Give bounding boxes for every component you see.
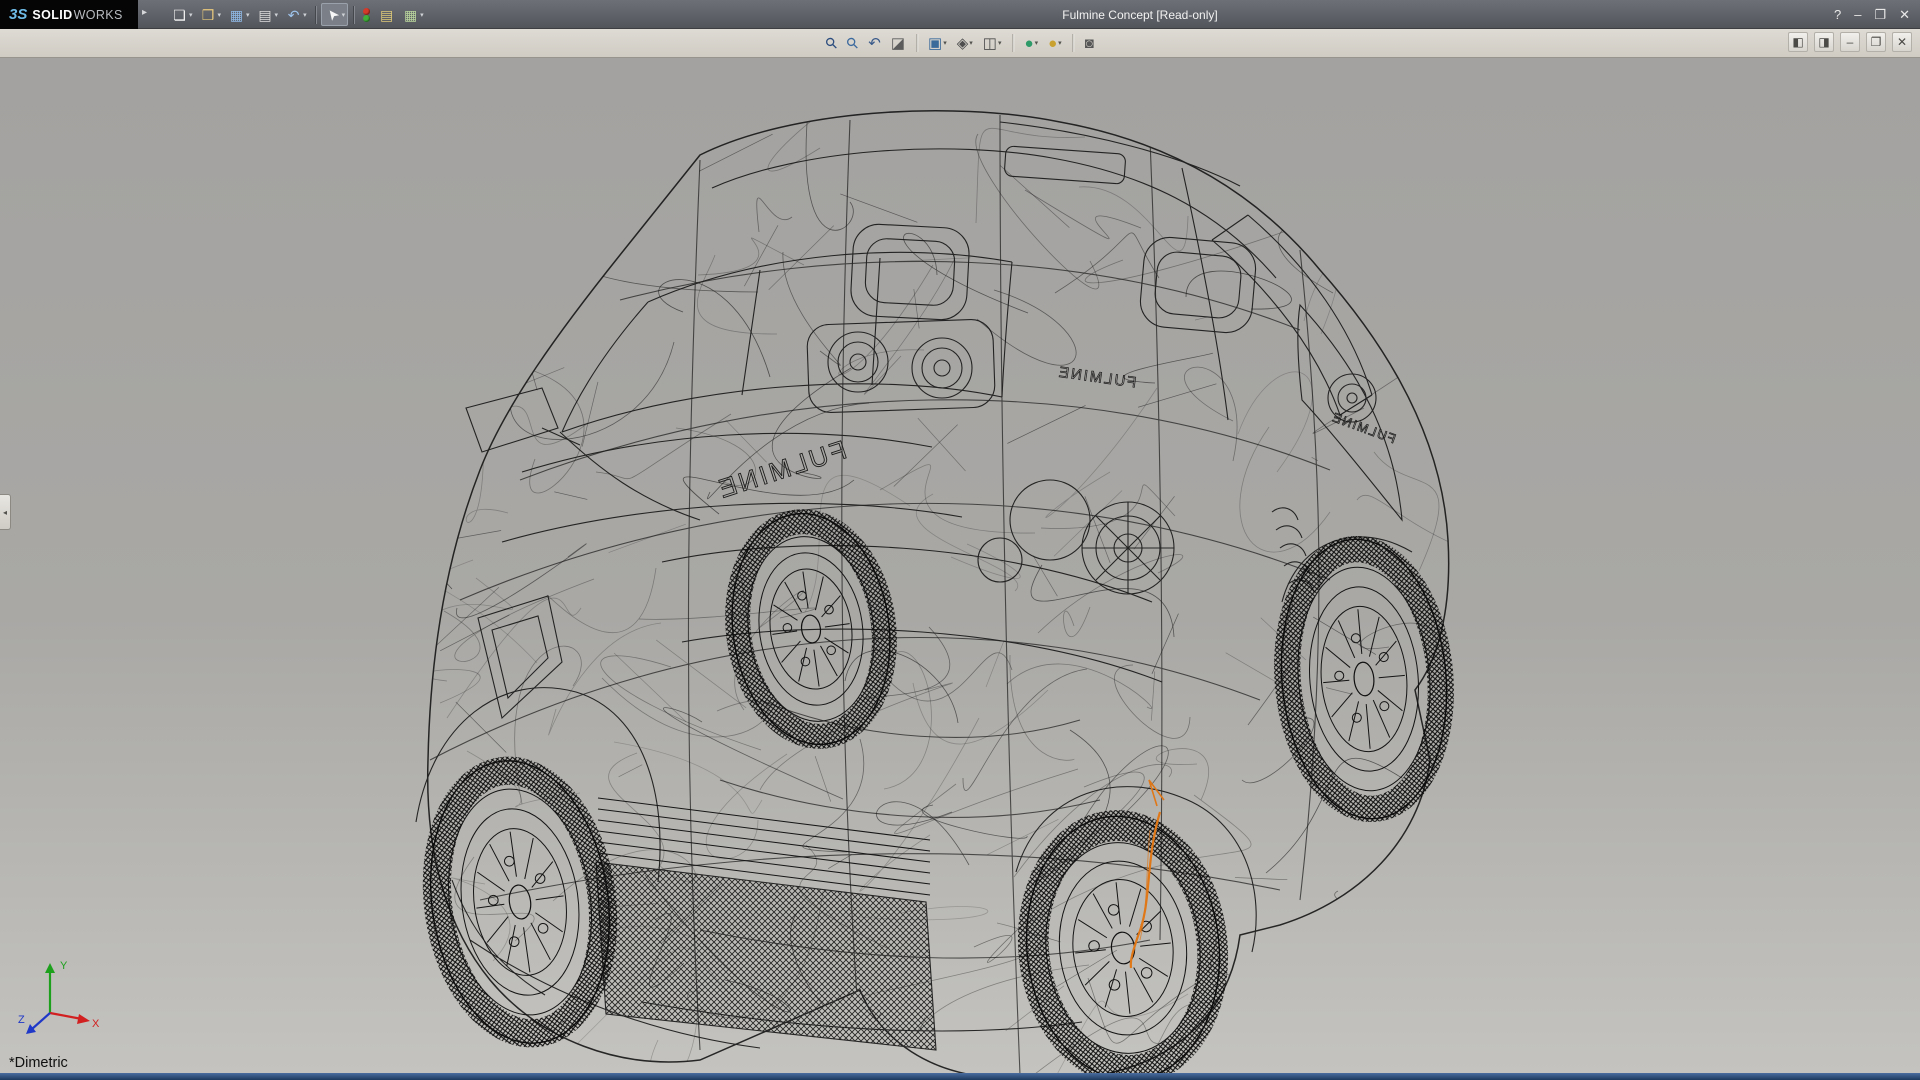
chevron-down-icon[interactable]: ▾ <box>998 39 1002 47</box>
toolbar-separator <box>1013 34 1014 52</box>
chevron-down-icon[interactable]: ▾ <box>943 39 947 47</box>
rebuild-red-dot <box>363 8 370 15</box>
minimize-button[interactable]: – <box>1854 8 1861 21</box>
toolbar-separator <box>1073 34 1074 52</box>
edit-appearance-icon: ● <box>1025 36 1034 51</box>
chevron-down-icon[interactable]: ▾ <box>969 39 973 47</box>
main-toolbar: ❏ ▾ ❒ ▾ ▦ ▾ ▤ ▾ ↶ ▾ ➤ ▾ <box>168 2 427 27</box>
open-button[interactable]: ❒ ▾ <box>197 3 225 26</box>
view-orientation-icon: ▣ <box>928 36 942 51</box>
flyout-arrow-icon: ◂ <box>3 508 7 517</box>
wireframe-model[interactable]: FULMINE FULMINE FULMINE <box>0 58 1920 1073</box>
chevron-down-icon[interactable]: ▾ <box>420 11 424 19</box>
chevron-down-icon[interactable]: ▾ <box>218 11 222 19</box>
zoom-to-area-button[interactable]: ⚲ <box>843 31 862 55</box>
zoom-to-area-icon: ⚲ <box>844 34 862 52</box>
display-style-icon: ◈ <box>957 36 969 51</box>
graphics-viewport[interactable]: FULMINE FULMINE FULMINE Y X Z *Dimetric <box>0 58 1920 1073</box>
undo-button[interactable]: ↶ ▾ <box>282 3 310 26</box>
triad-z-label: Z <box>18 1014 25 1026</box>
solidworks-logo: 3S SOLID WORKS <box>0 0 138 29</box>
rebuild-button[interactable] <box>359 3 374 26</box>
select-button[interactable]: ➤ ▾ <box>321 3 349 26</box>
section-view-button[interactable]: ◪ <box>887 31 909 55</box>
close-button[interactable]: ✕ <box>1899 8 1910 21</box>
doc-restore-button[interactable]: ❐ <box>1866 32 1886 52</box>
model-badge-rear: FULMINE <box>1329 409 1398 446</box>
new-document-icon: ❏ <box>171 8 188 22</box>
document-window-controls: ◧ ◨ – ❐ ✕ <box>1788 32 1912 52</box>
select-cursor-icon: ➤ <box>321 3 342 25</box>
pane-left-icon[interactable]: ◧ <box>1788 32 1808 52</box>
title-bar: 3S SOLID WORKS ▸ ❏ ▾ ❒ ▾ ▦ ▾ ▤ ▾ ↶ ▾ ➤ ▾ <box>0 0 1920 29</box>
menu-expander-icon[interactable]: ▸ <box>142 7 147 18</box>
reference-triad[interactable]: Y X Z <box>16 955 104 1039</box>
zoom-to-fit-button[interactable]: ⚲ <box>822 31 841 55</box>
model-badge-top: FULMINE <box>1056 364 1137 392</box>
previous-view-icon: ↶ <box>868 36 881 51</box>
help-button[interactable]: ? <box>1834 8 1841 21</box>
view-settings-button[interactable]: ◙ <box>1081 31 1098 55</box>
view-orientation-label: *Dimetric <box>9 1055 68 1071</box>
edit-appearance-button[interactable]: ● ▾ <box>1021 31 1043 55</box>
toolbar-separator <box>916 34 917 52</box>
view-orientation-button[interactable]: ▣ ▾ <box>924 31 951 55</box>
toolbar-separator <box>353 6 354 24</box>
chevron-down-icon[interactable]: ▾ <box>275 11 279 19</box>
section-view-icon: ◪ <box>891 36 905 51</box>
file-properties-button[interactable]: ▤ <box>375 3 398 26</box>
chevron-down-icon[interactable]: ▾ <box>246 11 250 19</box>
design-table-button[interactable]: ▦ ▾ <box>399 3 427 26</box>
save-button[interactable]: ▦ ▾ <box>225 3 253 26</box>
doc-close-button[interactable]: ✕ <box>1892 32 1912 52</box>
chevron-down-icon[interactable]: ▾ <box>1058 39 1062 47</box>
display-style-button[interactable]: ◈ ▾ <box>953 31 977 55</box>
window-title: Fulmine Concept [Read-only] <box>1062 8 1217 22</box>
featuremanager-flyout-tab[interactable]: ◂ <box>0 494 11 530</box>
view-settings-icon: ◙ <box>1085 36 1094 51</box>
print-icon: ▤ <box>257 8 274 22</box>
rebuild-traffic-light-icon <box>362 7 371 23</box>
3ds-logo-icon: 3S <box>9 6 27 23</box>
pane-right-icon[interactable]: ◨ <box>1814 32 1834 52</box>
apply-scene-button[interactable]: ● ▾ <box>1044 31 1066 55</box>
taskbar-edge <box>0 1073 1920 1080</box>
new-document-button[interactable]: ❏ ▾ <box>168 3 196 26</box>
save-icon: ▦ <box>228 8 245 22</box>
heads-up-view-toolbar: ⚲ ⚲ ↶ ◪ ▣ ▾ ◈ ▾ ◫ ▾ ● ▾ ● ▾ <box>822 31 1097 55</box>
heads-up-toolbar-row: ⚲ ⚲ ↶ ◪ ▣ ▾ ◈ ▾ ◫ ▾ ● ▾ ● ▾ <box>0 29 1920 58</box>
brand-solid: SOLID <box>32 8 72 22</box>
triad-x-label: X <box>92 1018 100 1030</box>
zoom-to-fit-icon: ⚲ <box>823 34 841 52</box>
rebuild-green-dot <box>363 15 370 22</box>
file-properties-icon: ▤ <box>378 8 395 22</box>
selected-edge[interactable] <box>1131 780 1164 968</box>
print-button[interactable]: ▤ ▾ <box>254 3 282 26</box>
hide-show-items-button[interactable]: ◫ ▾ <box>979 31 1006 55</box>
toolbar-separator <box>315 6 316 24</box>
previous-view-button[interactable]: ↶ <box>864 31 885 55</box>
doc-minimize-button[interactable]: – <box>1840 32 1860 52</box>
window-controls: ? – ❐ ✕ <box>1834 0 1910 29</box>
chevron-down-icon[interactable]: ▾ <box>1035 39 1039 47</box>
open-folder-icon: ❒ <box>200 8 217 22</box>
design-table-icon: ▦ <box>402 8 419 22</box>
hide-show-items-icon: ◫ <box>983 36 997 51</box>
triad-y-label: Y <box>60 960 68 972</box>
chevron-down-icon[interactable]: ▾ <box>303 11 307 19</box>
chevron-down-icon[interactable]: ▾ <box>189 11 193 19</box>
undo-icon: ↶ <box>285 8 302 22</box>
restore-button[interactable]: ❐ <box>1874 8 1886 21</box>
apply-scene-icon: ● <box>1048 36 1057 51</box>
brand-works: WORKS <box>74 8 123 22</box>
